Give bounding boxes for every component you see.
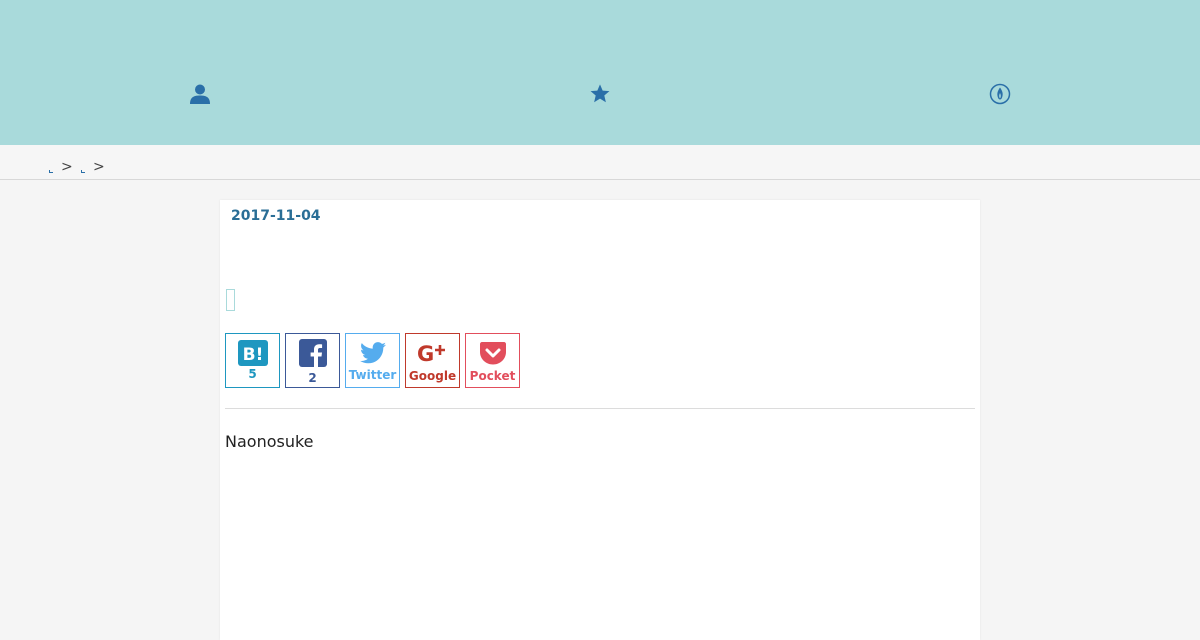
hatena-count: 5	[248, 367, 257, 381]
article-date: 2017-11-04	[231, 208, 321, 224]
twitter-icon	[359, 340, 386, 366]
fire-icon[interactable]	[988, 82, 1012, 106]
twitter-label: Twitter	[348, 368, 397, 382]
star-icon[interactable]	[588, 82, 612, 106]
site-header	[0, 0, 1200, 145]
article-card: 2017-11-04 B! 5 2 Twitter G Google Pocke…	[220, 200, 980, 640]
google-plus-share-button[interactable]: G Google	[405, 333, 460, 388]
hatena-bookmark-icon: B!	[237, 340, 268, 366]
svg-text:B!: B!	[242, 345, 263, 365]
pocket-share-button[interactable]: Pocket	[465, 333, 520, 388]
breadcrumb-separator: >	[93, 159, 105, 175]
breadcrumb-category-link[interactable]	[81, 170, 85, 173]
twitter-share-button[interactable]: Twitter	[345, 333, 400, 388]
breadcrumb	[0, 145, 1200, 180]
google-plus-icon: G	[417, 340, 449, 366]
facebook-icon	[298, 339, 327, 367]
author-name: Naonosuke	[225, 432, 314, 451]
facebook-share-button[interactable]: 2	[285, 333, 340, 388]
facebook-count: 2	[308, 371, 317, 385]
breadcrumb-home-link[interactable]	[49, 170, 53, 173]
article-title-placeholder	[226, 289, 235, 311]
breadcrumb-separator: >	[61, 159, 73, 175]
hatena-share-button[interactable]: B! 5	[225, 333, 280, 388]
svg-text:G: G	[417, 342, 434, 364]
divider	[225, 408, 975, 409]
google-label: Google	[408, 369, 457, 383]
pocket-label: Pocket	[469, 369, 516, 383]
pocket-icon	[479, 340, 506, 366]
user-icon[interactable]	[188, 82, 212, 106]
